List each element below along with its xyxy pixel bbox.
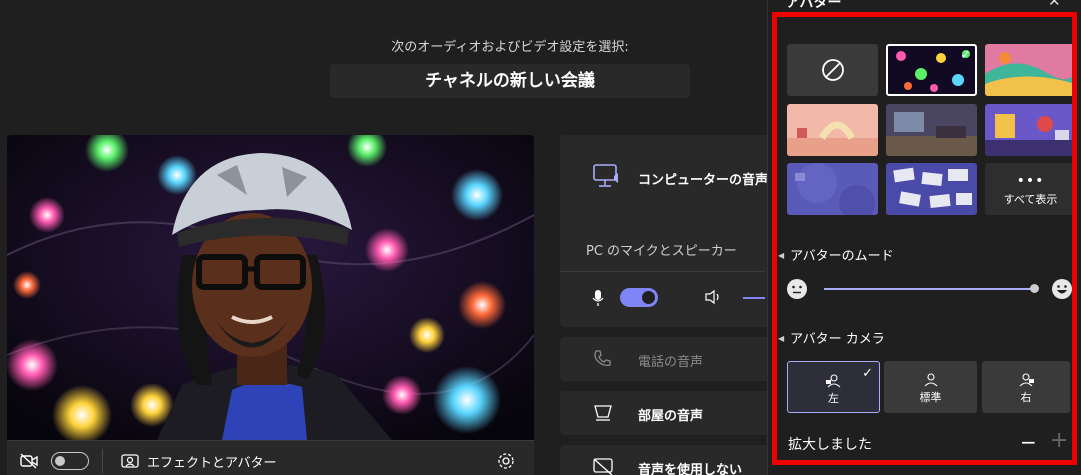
video-preview [7, 135, 534, 440]
avatar-mood-label: アバターのムード [790, 249, 894, 264]
background-notes-thumb[interactable] [886, 163, 977, 215]
toolbar-divider [102, 449, 103, 473]
no-audio-icon [592, 457, 614, 475]
audio-card-divider [560, 271, 765, 272]
camera-standard-button[interactable]: 標準 [884, 361, 977, 413]
settings-prompt: 次のオーディオおよびビデオ設定を選択: [391, 40, 629, 55]
speaker-volume-slider[interactable] [743, 297, 765, 299]
zoom-label: 拡大しました [788, 437, 872, 453]
camera-toggle[interactable] [51, 451, 89, 471]
avatar-camera-label: アバター カメラ [790, 332, 885, 347]
effects-icon [121, 454, 139, 468]
camera-left-label: 左 [828, 392, 839, 405]
phone-audio-option[interactable]: 電話の音声 [560, 337, 775, 381]
phone-audio-label: 電話の音声 [638, 355, 704, 370]
background-beach-arch-thumb[interactable] [787, 104, 878, 156]
show-all-label: すべて表示 [1003, 193, 1058, 206]
camera-left-icon [825, 374, 840, 388]
camera-right-icon [1019, 373, 1034, 387]
pc-mic-speaker-label: PC のマイクとスピーカー [586, 244, 737, 259]
background-lounge-thumb[interactable] [886, 104, 977, 156]
background-none-thumb[interactable] [787, 44, 878, 96]
phone-icon [592, 349, 612, 373]
camera-off-icon [19, 451, 39, 471]
camera-right-button[interactable]: 右 [982, 361, 1070, 413]
background-blue-texture-thumb[interactable] [787, 163, 878, 215]
microphone-toggle[interactable] [620, 288, 658, 307]
selected-check-icon: ✓ [862, 366, 873, 381]
close-icon[interactable]: ✕ [1048, 0, 1061, 10]
device-settings-gear-icon[interactable] [497, 451, 515, 471]
avatar-preview-image [7, 135, 534, 440]
panel-title: アバター [786, 0, 842, 11]
avatar-mood-section[interactable]: ◀ アバターのムード [778, 245, 894, 264]
neutral-face-icon [786, 278, 808, 304]
speaker-volume-icon [704, 289, 722, 309]
microphone-icon [592, 289, 604, 311]
room-device-icon [592, 403, 614, 427]
background-colorful-waves-thumb[interactable] [985, 44, 1076, 96]
camera-left-button[interactable]: ✓ 左 [787, 361, 880, 413]
zoom-out-button[interactable]: − [1020, 430, 1037, 454]
room-audio-label: 部屋の音声 [638, 409, 704, 424]
mood-slider-thumb[interactable] [1030, 284, 1039, 293]
background-office-shelf-thumb[interactable] [985, 104, 1076, 156]
preview-toolbar: エフェクトとアバター [7, 440, 534, 475]
room-audio-option[interactable]: 部屋の音声 [560, 391, 775, 435]
join-screen: 次のオーディオおよびビデオ設定を選択: チャネルの新しい会議 エフェクトとアバタ… [0, 0, 1081, 475]
zoom-in-button[interactable]: + [1050, 428, 1068, 453]
show-all-backgrounds-button[interactable]: ••• すべて表示 [985, 163, 1076, 215]
computer-audio-label: コンピューターの音声 [638, 173, 769, 188]
selected-check-icon: ✓ [960, 48, 971, 63]
camera-standard-label: 標準 [919, 391, 942, 404]
camera-right-label: 右 [1020, 391, 1032, 404]
more-icon: ••• [1016, 173, 1045, 189]
camera-standard-icon [924, 373, 937, 387]
happy-face-icon [1051, 278, 1073, 304]
no-background-icon [821, 59, 844, 81]
meeting-title[interactable]: チャネルの新しい会議 [330, 64, 690, 98]
no-audio-label: 音声を使用しない [638, 463, 743, 475]
no-audio-option[interactable]: 音声を使用しない [560, 445, 775, 475]
effects-and-avatars-button[interactable]: エフェクトとアバター [121, 451, 276, 471]
background-lights-thumb[interactable]: ✓ [886, 44, 977, 96]
mood-slider[interactable] [824, 288, 1034, 290]
computer-audio-icon [592, 163, 622, 193]
effects-label: エフェクトとアバター [147, 455, 277, 471]
avatar-camera-section[interactable]: ◀ アバター カメラ [778, 328, 885, 347]
